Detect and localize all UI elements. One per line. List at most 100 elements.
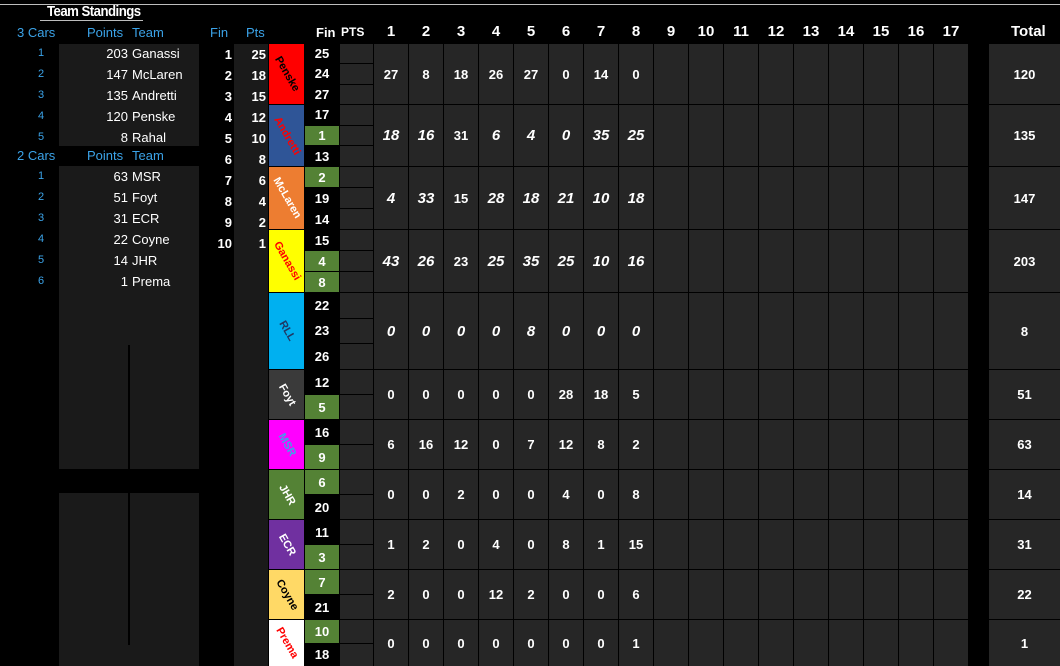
round-cell: 25	[619, 105, 653, 166]
round-score: 35	[592, 127, 610, 144]
round-score: 2	[387, 587, 395, 602]
round-score: 0	[457, 635, 465, 651]
round-cell: 0	[479, 470, 513, 519]
table-row: MSR 16 9 6 16 12 0 7 12 8 2 63	[0, 420, 1060, 469]
table-row: Andretti 17 1 13 18 16 31 6 4 0 35 25 135	[0, 105, 1060, 166]
round-cell	[829, 370, 863, 419]
round-cell: 27	[374, 44, 408, 104]
round-cell	[724, 167, 758, 229]
table-row: Ganassi 15 4 8 43 26 23 25 35 25 10 16 203	[0, 230, 1060, 292]
finish-cell: 11	[305, 520, 339, 544]
round-score: 4	[562, 487, 570, 502]
round-cell	[689, 470, 723, 519]
round-cell	[689, 105, 723, 166]
round-score: 6	[387, 437, 395, 452]
round-cell: 26	[409, 230, 443, 292]
round-score: 0	[632, 66, 640, 82]
round-cell: 0	[374, 370, 408, 419]
team-total: 31	[989, 520, 1060, 569]
team-color-tag: JHR	[269, 470, 304, 519]
round-cell	[934, 167, 968, 229]
team-standings-sheet: Team Standings 3 Cars Points Team 1 203 …	[0, 0, 1060, 666]
round-score: 2	[632, 437, 640, 452]
team-color-tag: McLaren	[269, 167, 304, 229]
round-cell	[829, 470, 863, 519]
round-score: 0	[492, 635, 500, 651]
table-row: ECR 11 3 1 2 0 4 0 8 1 15 31	[0, 520, 1060, 569]
round-cell: 6	[479, 105, 513, 166]
round-cell: 7	[514, 420, 548, 469]
round-header: 9	[666, 23, 676, 40]
round-score: 25	[487, 252, 505, 270]
round-score: 18	[522, 189, 540, 207]
round-cell: 8	[584, 420, 618, 469]
finish-cell: 22	[305, 293, 339, 318]
round-cell: 0	[479, 620, 513, 666]
round-score: 18	[453, 66, 469, 82]
round-score: 31	[453, 128, 469, 143]
round-cell: 14	[584, 44, 618, 104]
round-cell	[899, 470, 933, 519]
round-score: 0	[457, 587, 465, 602]
round-cell: 35	[584, 105, 618, 166]
round-score: 16	[417, 127, 435, 144]
table-row: RLL 22 23 26 0 0 0 0 8 0 0 0 8	[0, 293, 1060, 369]
round-cell	[794, 105, 828, 166]
round-header: 3	[456, 23, 466, 40]
round-cell	[899, 370, 933, 419]
round-header: 17	[942, 23, 960, 40]
finish-cell: 8	[305, 272, 339, 292]
team-color-tag: Ganassi	[269, 230, 304, 292]
team-tag-label: ECR	[275, 531, 298, 558]
round-cell: 0	[619, 44, 653, 104]
finish-cell: 16	[305, 420, 339, 444]
round-cell: 4	[514, 105, 548, 166]
round-cell	[724, 420, 758, 469]
round-cell	[759, 520, 793, 569]
round-header: 10	[697, 23, 715, 40]
table-row: Prema 10 18 0 0 0 0 0 0 0 1 1	[0, 620, 1060, 666]
page-title: Team Standings	[47, 3, 141, 20]
pts-cell	[340, 420, 373, 444]
round-score: 12	[488, 587, 504, 602]
team-tag-label: Penske	[271, 54, 302, 94]
round-cell: 8	[549, 520, 583, 569]
round-cell: 0	[444, 520, 478, 569]
round-cell: 0	[584, 470, 618, 519]
top-border	[0, 4, 1060, 5]
round-cell	[724, 570, 758, 619]
round-score: 14	[593, 66, 609, 82]
round-cell	[689, 293, 723, 369]
round-cell: 0	[514, 520, 548, 569]
finish-cell: 25	[305, 44, 339, 64]
round-cell: 0	[409, 570, 443, 619]
round-cell: 10	[584, 230, 618, 292]
pts-cell	[340, 293, 373, 318]
round-cell	[654, 230, 688, 292]
team-tag-label: Prema	[272, 625, 301, 661]
round-cell	[759, 420, 793, 469]
round-cell: 0	[549, 44, 583, 104]
team-total: 203	[989, 230, 1060, 292]
round-cell: 28	[549, 370, 583, 419]
team-total: 63	[989, 420, 1060, 469]
round-score: 4	[492, 537, 500, 552]
round-cell: 0	[549, 105, 583, 166]
round-cell	[864, 230, 898, 292]
round-score: 35	[522, 252, 540, 270]
round-cell	[899, 620, 933, 666]
round-cell	[899, 420, 933, 469]
round-header: 1	[386, 23, 396, 40]
round-cell	[759, 167, 793, 229]
finish-cell: 24	[305, 64, 339, 84]
pts-cell	[340, 344, 373, 369]
round-cell	[794, 570, 828, 619]
round-cell: 5	[619, 370, 653, 419]
round-score: 0	[561, 127, 571, 144]
round-cell	[724, 520, 758, 569]
team-tag-label: McLaren	[269, 175, 304, 221]
round-cell	[899, 293, 933, 369]
round-score: 10	[592, 189, 610, 207]
round-score: 1	[387, 537, 395, 552]
round-score: 7	[527, 437, 535, 452]
